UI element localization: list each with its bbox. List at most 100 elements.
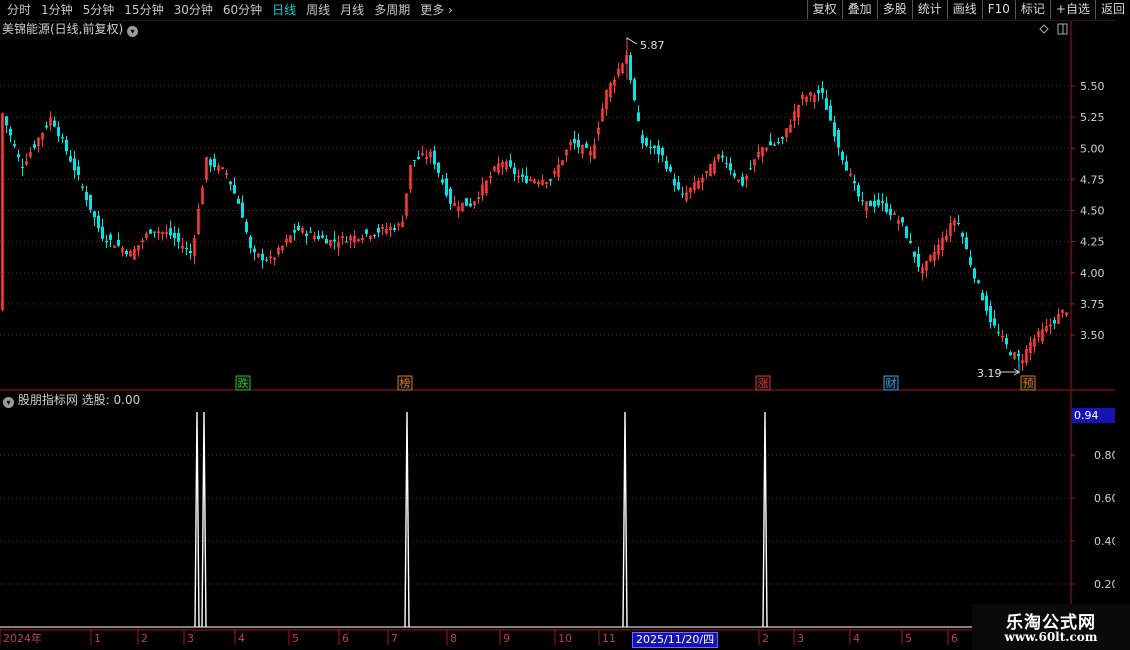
candlestick [1065,311,1069,317]
candlestick [357,238,361,243]
candlestick [165,224,169,239]
candlestick [105,234,108,249]
time-tick-label: 2 [762,632,769,645]
candlestick [113,245,117,248]
candlestick [349,234,353,249]
candlestick [193,234,197,265]
candlestick [593,138,597,160]
candlestick [733,169,736,179]
candlestick [577,133,580,154]
candlestick [137,245,141,257]
candlestick [989,300,992,329]
candlestick [125,248,128,257]
candlestick [489,171,493,185]
candlestick [25,153,29,166]
candlestick [153,231,156,238]
candlestick [317,230,320,241]
candlestick [253,245,256,261]
candlestick [121,246,125,257]
candlestick [1061,309,1065,318]
candlestick [849,168,853,177]
candlestick [437,162,440,177]
candlestick [465,197,468,207]
candlestick [925,260,929,278]
candlestick [21,158,24,177]
candlestick [61,133,64,143]
candlestick [293,223,296,241]
candlestick [561,160,565,166]
candlestick [173,226,176,247]
candlestick [453,195,457,207]
candlestick [485,179,489,196]
candlestick [985,291,988,316]
candlestick [289,235,293,244]
candlestick [401,215,405,228]
candlestick [1029,336,1033,361]
candlestick [525,167,528,184]
candlestick [93,210,96,226]
candlestick [1045,318,1049,333]
candlestick [329,239,333,248]
candlestick [817,85,820,102]
candlestick [681,186,684,199]
candlestick [713,156,717,176]
candlestick [657,139,660,163]
candlestick [321,231,324,239]
candlestick [333,231,336,250]
candlestick [261,248,264,269]
candlestick [297,222,300,232]
event-marker-label: 涨 [758,377,769,390]
candlestick [865,201,869,219]
candlestick [213,153,216,171]
candlestick [81,183,84,191]
candlestick [773,142,776,147]
candlestick [49,111,53,131]
diamond-icon [1039,24,1049,34]
candlestick [1053,316,1056,330]
candlestick [521,168,524,183]
price-tick-label: 3.75 [1080,298,1105,311]
candlestick [109,232,112,248]
time-tick-label: 11 [602,632,616,645]
candlestick [221,166,225,170]
candlestick [361,234,365,244]
time-tick-label: 10 [558,632,572,645]
event-marker: 涨 [755,375,771,391]
candlestick [157,227,161,240]
candlestick [473,200,477,209]
candlestick [413,159,416,168]
candlestick [873,194,876,213]
candlestick [637,105,640,122]
candlestick [709,163,713,177]
stock-chart-window: 分时 1分钟 5分钟 15分钟 30分钟 60分钟 日线 周线 月线 多周期 更… [0,0,1130,650]
candlestick [117,232,120,247]
candlestick [701,174,705,191]
candlestick [29,146,33,159]
time-tick-label: 9 [503,632,510,645]
candlestick [589,145,593,163]
candlestick [501,159,505,175]
candlestick [953,217,957,232]
candlestick [769,132,772,146]
candlestick [229,180,232,191]
candlestick [693,175,697,194]
price-tick-label: 4.50 [1080,205,1105,218]
candlestick [313,231,317,242]
chart-canvas[interactable]: 5.505.255.004.754.504.254.003.753.500.80… [0,0,1130,650]
candlestick [269,249,273,264]
candlestick [765,147,769,153]
candlestick [677,176,680,191]
candlestick [337,235,341,256]
candlestick [161,231,165,241]
candlestick [797,104,801,125]
time-tick-label: 3 [797,632,804,645]
candlestick [353,230,357,249]
candlestick [381,224,385,236]
time-tick-label: 4 [853,632,860,645]
candlestick [669,164,672,173]
candlestick [949,215,953,243]
price-tick-label: 4.75 [1080,173,1105,186]
candlestick [1021,353,1025,371]
time-tick-label: 5 [292,632,299,645]
candlestick [513,162,516,182]
